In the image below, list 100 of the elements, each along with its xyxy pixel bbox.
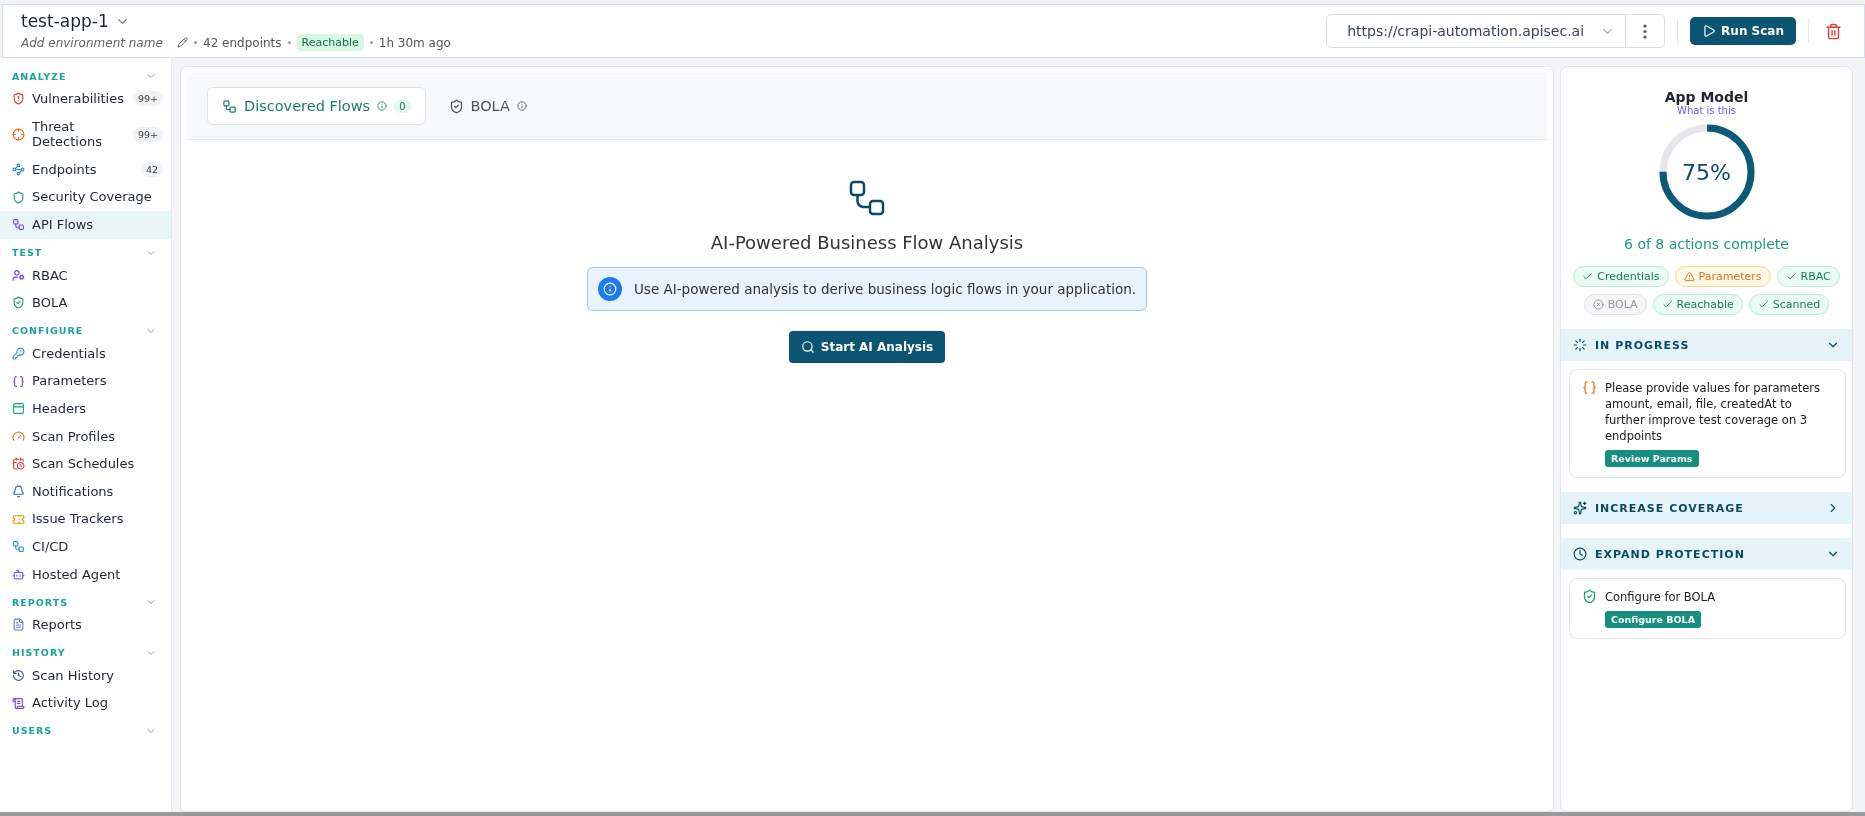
shield-check-icon — [12, 296, 25, 310]
crosshair-icon — [12, 127, 25, 141]
shield-check-icon — [448, 98, 464, 114]
sidebar-item[interactable]: Scan Profiles — [0, 422, 171, 451]
x-circle-icon — [1592, 299, 1604, 310]
info-icon — [377, 101, 388, 111]
separator-dot — [194, 41, 197, 44]
shield-check-icon — [1582, 589, 1597, 605]
route-icon — [12, 163, 25, 177]
info-icon — [597, 277, 622, 301]
progress-summary: 6 of 8 actions complete — [1624, 236, 1789, 252]
file-icon — [12, 618, 25, 632]
sparkles-icon — [1573, 501, 1587, 516]
separator-dot — [287, 41, 291, 44]
section-label: HISTORY — [12, 647, 66, 659]
pencil-icon[interactable] — [177, 37, 188, 48]
linked-squares-icon — [12, 218, 25, 232]
sidebar-item[interactable]: API Flows — [0, 210, 171, 239]
count-badge: 99+ — [132, 126, 163, 142]
robot-icon — [12, 567, 25, 581]
sidebar-item[interactable]: BOLA — [0, 289, 171, 317]
info-text: Use AI-powered analysis to derive business logic flows in your application. — [633, 281, 1137, 297]
sidebar-item[interactable]: Notifications — [0, 477, 171, 506]
run-scan-button[interactable]: Run Scan — [1690, 17, 1796, 45]
count-badge: 0 — [394, 99, 411, 113]
check-icon — [1757, 299, 1769, 310]
sidebar-item[interactable]: Security Coverage — [0, 183, 171, 211]
task-text: Please provide values for parameters amount, email, file, createdAt to further improve test coverage on 3 endpoints — [1605, 380, 1822, 445]
section-label: CONFIGURE — [12, 325, 84, 337]
progress-percent: 75% — [1682, 159, 1731, 185]
linked-squares-icon — [849, 180, 885, 216]
braces-icon — [1582, 380, 1597, 395]
sidebar-item[interactable]: RBAC — [0, 261, 171, 290]
sidebar-item[interactable]: Scan History — [0, 661, 171, 690]
check-icon — [1785, 271, 1797, 282]
check-icon — [1582, 271, 1594, 282]
clock-icon — [1573, 547, 1587, 562]
braces-icon — [12, 374, 25, 388]
empty-state-title: AI-Powered Business Flow Analysis — [710, 232, 1024, 253]
sidebar-item[interactable]: Activity Log — [0, 689, 171, 717]
section-label: ANALYZE — [12, 70, 67, 82]
shield-icon — [12, 190, 25, 204]
sidebar-item[interactable]: Issue Trackers — [0, 505, 171, 533]
sidebar-item[interactable]: Endpoints 42 — [0, 155, 171, 184]
gauge-icon — [12, 429, 25, 443]
play-icon — [1702, 24, 1717, 38]
search-icon — [800, 340, 815, 354]
section-label: TEST — [12, 247, 43, 259]
history-icon — [12, 669, 25, 682]
sidebar-item[interactable]: Hosted Agent — [0, 560, 171, 589]
app-title: test-app-1 — [21, 11, 109, 31]
sidebar-item[interactable]: Parameters — [0, 367, 171, 395]
loader-icon — [1573, 338, 1587, 352]
status-chip: BOLA — [1583, 294, 1647, 315]
status-badge: Reachable — [296, 34, 364, 51]
count-badge: 42 — [140, 162, 163, 178]
status-chip: Credentials — [1573, 266, 1669, 287]
section-label: REPORTS — [12, 596, 69, 608]
help-link[interactable]: What is this — [1677, 105, 1736, 116]
status-chip: RBAC — [1776, 266, 1840, 287]
shield-alert-icon — [12, 92, 25, 106]
section-header[interactable]: INCREASE COVERAGE — [1561, 492, 1852, 525]
start-analysis-button[interactable]: Start AI Analysis — [788, 331, 946, 363]
linked-squares-icon — [222, 98, 237, 114]
endpoint-count: 42 endpoints — [203, 35, 282, 50]
key-icon — [12, 347, 25, 361]
status-chip: Reachable — [1652, 294, 1743, 315]
warning-icon — [1683, 271, 1695, 282]
action-button[interactable]: Review Params — [1605, 450, 1699, 468]
sidebar-item[interactable]: Reports — [0, 611, 171, 639]
check-icon — [1661, 299, 1673, 310]
url-dropdown[interactable]: https://crapi-automation.apisec.ai — [1327, 15, 1627, 47]
panel-title: App Model — [1664, 89, 1749, 105]
tab[interactable]: BOLA — [433, 87, 542, 125]
trash-icon — [1825, 22, 1842, 40]
section-label: USERS — [12, 725, 53, 737]
section-header[interactable]: EXPAND PROTECTION — [1561, 538, 1852, 571]
sidebar-item[interactable]: Headers — [0, 394, 171, 423]
panel-icon — [12, 402, 25, 416]
action-button[interactable]: Configure BOLA — [1605, 611, 1702, 629]
sidebar-item[interactable]: CI/CD — [0, 532, 171, 561]
task-text: Configure for BOLA — [1605, 589, 1716, 606]
separator-dot — [369, 41, 373, 44]
section-header[interactable]: IN PROGRESS — [1561, 329, 1852, 361]
tab[interactable]: Discovered Flows 0 — [207, 87, 426, 125]
ticket-icon — [12, 512, 25, 526]
sidebar-item[interactable]: Vulnerabilities 99+ — [0, 85, 171, 113]
sidebar-item[interactable]: Credentials — [0, 339, 171, 368]
status-chip: Parameters — [1674, 266, 1771, 287]
last-scan-time: 1h 30m ago — [378, 35, 451, 50]
linked-squares-icon — [12, 540, 25, 554]
environment-name-field[interactable]: Add environment name — [21, 35, 171, 50]
sidebar-item[interactable]: Scan Schedules — [0, 450, 171, 478]
sidebar-item[interactable]: Threat Detections 99+ — [0, 112, 171, 156]
bell-icon — [12, 485, 25, 498]
scroll-icon — [12, 696, 25, 710]
calendar-icon — [12, 457, 25, 471]
status-chip: Scanned — [1748, 294, 1830, 315]
info-icon — [516, 101, 527, 111]
count-badge: 99+ — [132, 91, 163, 107]
